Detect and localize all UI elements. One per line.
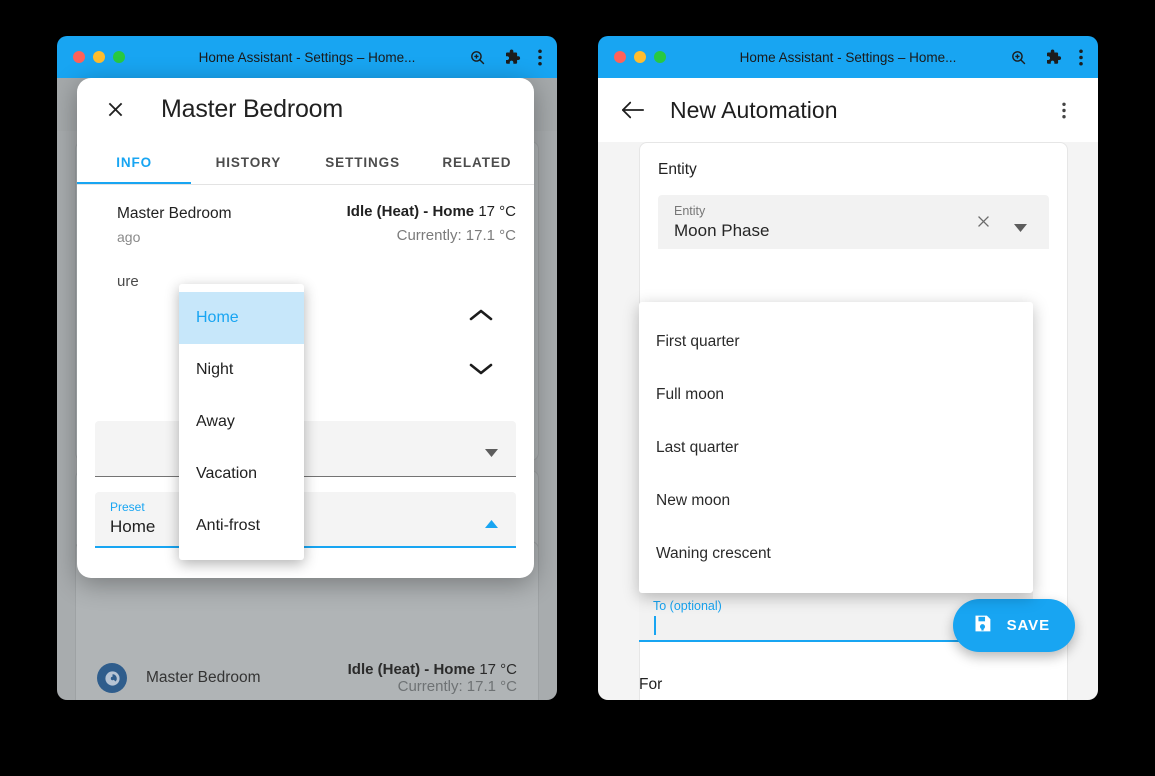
entity-option-waning-crescent[interactable]: Waning crescent [639, 527, 1033, 580]
close-window-button-right[interactable] [614, 51, 626, 63]
overflow-menu-icon-right[interactable] [1079, 48, 1083, 66]
right-browser-window: Home Assistant - Settings – Home... New … [598, 36, 1098, 700]
right-window-titlebar: Home Assistant - Settings – Home... [598, 36, 1098, 78]
preset-options-dropdown[interactable]: Home Night Away Vacation Anti-frost [179, 284, 304, 560]
screen: Home Assistant - Settings – Home... Mast… [0, 0, 1155, 776]
dialog-tabs: INFO HISTORY SETTINGS RELATED [77, 140, 534, 185]
chevron-up-icon[interactable] [468, 307, 494, 329]
preset-select-value: Home [110, 517, 156, 536]
save-button-label: SAVE [1006, 617, 1050, 634]
close-icon[interactable] [95, 89, 135, 129]
to-field-label: To (optional) [653, 599, 722, 613]
preset-select-label: Preset [110, 500, 145, 514]
chevron-down-icon[interactable] [468, 360, 494, 382]
preset-option-away[interactable]: Away [179, 396, 304, 448]
entity-option-first-quarter[interactable]: First quarter [639, 315, 1033, 368]
dialog-entity-name: Master Bedroom [117, 205, 232, 222]
arrow-back-icon[interactable] [612, 89, 654, 131]
maximize-window-button[interactable] [113, 51, 125, 63]
entity-option-new-moon[interactable]: New moon [639, 474, 1033, 527]
dropdown-arrow-down-icon-entity[interactable] [1014, 220, 1027, 238]
entity-option-full-moon[interactable]: Full moon [639, 368, 1033, 421]
minimize-window-button-right[interactable] [634, 51, 646, 63]
entity-field-label: Entity [674, 204, 706, 218]
zoom-in-icon-right[interactable] [1010, 49, 1027, 66]
entity-section-heading: Entity [658, 161, 697, 178]
dialog-header: Master Bedroom [77, 78, 534, 140]
preset-option-night[interactable]: Night [179, 344, 304, 396]
dialog-current-temperature: Currently: 17.1 °C [396, 227, 516, 244]
dialog-entity-state: Idle (Heat) - Home 17 °C [346, 203, 516, 220]
automation-editor-page: New Automation Entity Entity Moon Phase [598, 78, 1098, 700]
thermostat-row-state: Idle (Heat) - Home 17 °C [347, 661, 517, 678]
hvac-mode-select[interactable] [95, 421, 516, 477]
minimize-window-button[interactable] [93, 51, 105, 63]
automation-toolbar: New Automation [598, 78, 1098, 142]
extension-puzzle-icon[interactable] [503, 48, 521, 66]
preset-option-anti-frost[interactable]: Anti-frost [179, 500, 304, 552]
dialog-body: Master Bedroom ago Idle (Heat) - Home 17… [77, 185, 534, 578]
overflow-menu-icon-toolbar[interactable] [1044, 90, 1084, 130]
maximize-window-button-right[interactable] [654, 51, 666, 63]
entity-option-last-quarter[interactable]: Last quarter [639, 421, 1033, 474]
overflow-menu-icon[interactable] [538, 48, 542, 66]
left-browser-window: Home Assistant - Settings – Home... Mast… [57, 36, 557, 700]
entity-field-value: Moon Phase [674, 221, 770, 240]
left-window-titlebar: Home Assistant - Settings – Home... [57, 36, 557, 78]
for-section-heading: For [639, 676, 663, 693]
preset-option-home[interactable]: Home [179, 292, 304, 344]
thermostat-icon [97, 663, 127, 693]
save-button[interactable]: SAVE [952, 599, 1075, 652]
text-cursor [654, 616, 656, 635]
preset-select[interactable]: Preset Home [95, 492, 516, 548]
thermostat-summary-row[interactable]: Master Bedroom Idle (Heat) - Home 17 °C … [77, 648, 537, 700]
dialog-target-temperature-label: ure [117, 273, 139, 290]
clear-x-icon[interactable] [975, 213, 992, 235]
window-traffic-lights-right[interactable] [614, 51, 666, 63]
dialog-last-changed: ago [117, 229, 141, 245]
tab-info[interactable]: INFO [77, 140, 191, 184]
tab-related[interactable]: RELATED [420, 140, 534, 184]
thermostat-row-current: Currently: 17.1 °C [397, 678, 517, 695]
tab-history[interactable]: HISTORY [191, 140, 305, 184]
page-title: New Automation [670, 96, 838, 123]
dropdown-arrow-down-icon[interactable] [485, 445, 498, 463]
save-floppy-icon [972, 613, 993, 638]
extension-puzzle-icon-right[interactable] [1044, 48, 1062, 66]
more-info-dialog: Master Bedroom INFO HISTORY SETTINGS REL… [77, 78, 534, 578]
window-traffic-lights[interactable] [73, 51, 125, 63]
tab-settings[interactable]: SETTINGS [306, 140, 420, 184]
preset-option-vacation[interactable]: Vacation [179, 448, 304, 500]
close-window-button[interactable] [73, 51, 85, 63]
active-tab-indicator [77, 182, 192, 184]
entity-picker-field[interactable]: Entity Moon Phase [658, 195, 1049, 249]
zoom-in-icon[interactable] [469, 49, 486, 66]
thermostat-row-name: Master Bedroom [146, 669, 261, 686]
dropdown-arrow-up-icon[interactable] [485, 516, 498, 534]
dialog-title: Master Bedroom [161, 94, 343, 123]
entity-options-dropdown[interactable]: First quarter Full moon Last quarter New… [639, 302, 1033, 593]
